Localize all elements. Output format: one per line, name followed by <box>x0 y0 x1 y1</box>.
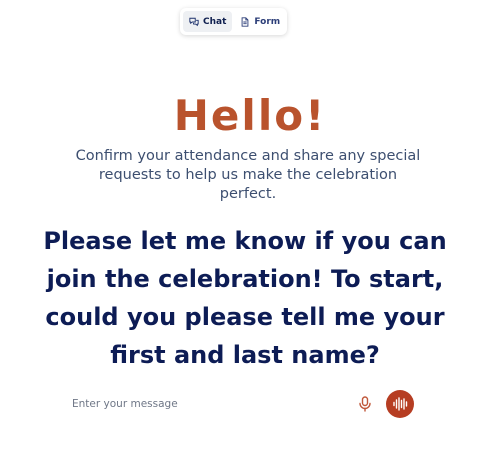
soundwave-icon <box>393 397 408 411</box>
mic-button[interactable] <box>354 392 376 416</box>
page-title: Hello! <box>173 91 327 140</box>
mode-toggle: Chat Form <box>180 8 287 35</box>
assistant-message: Please let me know if you can join the c… <box>43 227 447 369</box>
message-input[interactable] <box>64 389 354 419</box>
tab-form-label: Form <box>254 16 281 27</box>
page: Chat Form Hello! Confirm your attendance… <box>0 0 500 450</box>
tab-form[interactable]: Form <box>234 11 286 32</box>
tab-chat[interactable]: Chat <box>183 11 233 32</box>
tab-chat-label: Chat <box>203 16 227 27</box>
chat-bubbles-icon <box>189 17 199 26</box>
page-subtitle: Confirm your attendance and share any sp… <box>75 148 421 202</box>
voice-mode-button[interactable] <box>386 390 414 418</box>
microphone-icon <box>359 396 371 412</box>
message-composer <box>64 388 414 420</box>
document-icon <box>242 16 249 27</box>
